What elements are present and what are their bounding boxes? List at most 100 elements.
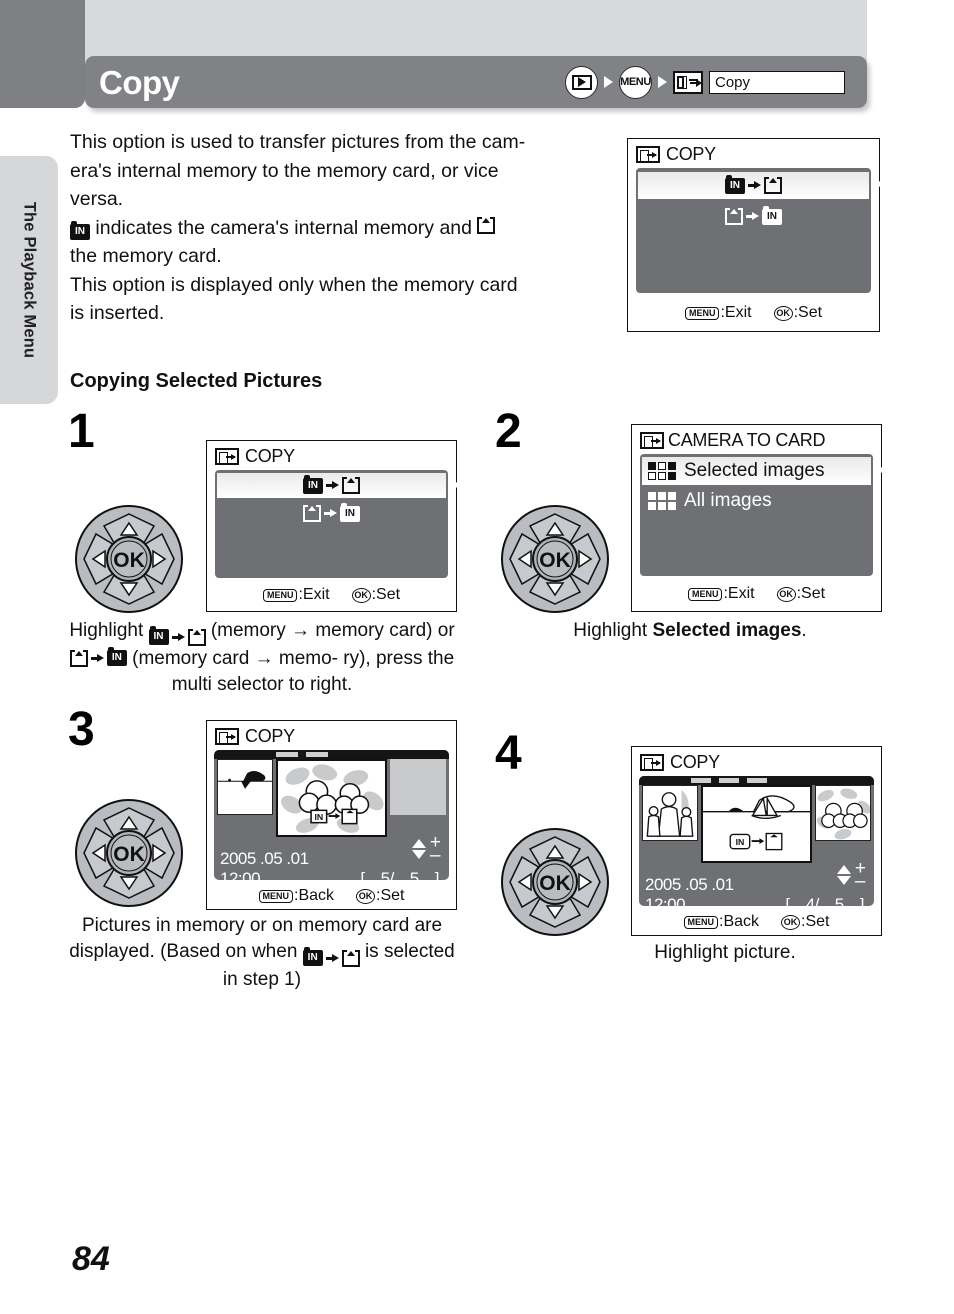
menu-item-in-to-card[interactable]: IN: [217, 473, 460, 498]
footer-set: OK :Set: [356, 887, 404, 905]
footer-exit-label: :Exit: [720, 304, 752, 321]
intro-line-4: IN indicates the camera's internal memor…: [70, 214, 610, 243]
multi-selector-dial-2[interactable]: OK: [500, 504, 610, 614]
intro-line-5: the memory card.: [70, 245, 222, 267]
memory-card-icon: [341, 949, 360, 967]
menu-item-label: Selected images: [684, 460, 825, 481]
menu-key-icon: MENU: [684, 306, 720, 320]
menu-key-icon: MENU: [687, 587, 723, 601]
thumbnail-strip: IN: [214, 759, 449, 845]
in-to-card-glyph: IN: [148, 626, 206, 646]
lcd-title-text: CAMERA TO CARD: [668, 430, 826, 450]
multi-selector-dial-4[interactable]: OK: [500, 827, 610, 937]
footer-exit-label: :Exit: [723, 585, 755, 602]
footer-back: MENU :Back: [683, 913, 760, 931]
lcd-screen-step3: COPY IN 2005 .05 .01 12:00 [5/ 5] + – …: [206, 720, 457, 910]
lcd-body: IN IN: [215, 470, 460, 578]
selection-caret-icon: [872, 176, 883, 192]
svg-text:OK: OK: [539, 549, 571, 572]
footer-set-label: :Set: [376, 887, 405, 904]
memory-card-icon: [764, 177, 782, 194]
caption-step4: Highlight picture.: [560, 940, 890, 966]
intro-line-1: This option is used to transfer pictures…: [70, 131, 526, 153]
footer-set-label: :Set: [371, 586, 401, 603]
footer-back: MENU :Back: [258, 887, 334, 905]
menu-item-in-to-card[interactable]: IN: [638, 172, 883, 199]
in-to-card-glyph: IN: [725, 174, 782, 194]
menu-item-card-to-in[interactable]: IN: [217, 501, 446, 526]
counter-close: ]: [434, 869, 440, 880]
lcd-footer: MENU :Back OK :Set: [207, 884, 456, 907]
chevron-right-icon: [604, 76, 613, 88]
thumbnail-right-empty[interactable]: [390, 759, 446, 815]
menu-item-all-images[interactable]: All images: [642, 487, 871, 515]
in-to-card-glyph: IN: [302, 947, 360, 967]
svg-text:OK: OK: [113, 549, 145, 572]
ok-key-icon: OK: [773, 305, 793, 321]
photo-date: 2005 .05 .01: [220, 849, 309, 868]
footer-exit: MENU :Exit: [687, 585, 755, 603]
arrow-right-icon: [324, 508, 337, 519]
arrow-right-icon: [325, 953, 339, 964]
footer-exit: MENU :Exit: [684, 304, 752, 322]
minus-label: –: [429, 845, 441, 866]
menu-item-label: All images: [684, 490, 772, 511]
multi-selector-dial-3[interactable]: OK: [74, 798, 184, 908]
menu-icon-label: MENU: [620, 76, 651, 88]
lcd-body: Selected images All images: [640, 454, 885, 576]
arrow-right-icon: [746, 211, 759, 222]
intro-line-4-text: indicates the camera's internal memory a…: [95, 216, 472, 239]
thumbnail-left[interactable]: [217, 759, 273, 815]
menu-key-icon: MENU: [258, 889, 293, 903]
lcd-footer: MENU :Exit OK :Set: [628, 301, 879, 324]
arrow-right-icon: [171, 632, 185, 643]
internal-memory-icon: IN: [725, 174, 745, 194]
multi-selector-dial-1[interactable]: OK: [74, 504, 184, 614]
in-to-card-glyph: IN: [303, 474, 360, 494]
internal-memory-icon: IN: [340, 502, 360, 522]
counter-total: 5: [834, 895, 844, 906]
counter-current: 4/: [805, 895, 820, 906]
all-images-icon: [648, 492, 676, 510]
memory-card-icon: [69, 649, 88, 667]
lcd-body: IN 2005 .05 .01 12:00 [ 5/ 5 ] + –: [214, 750, 449, 880]
chevron-right-icon-2: [658, 76, 667, 88]
footer-set: OK :Set: [351, 586, 401, 604]
page-title: Copy: [99, 63, 180, 101]
intro-line-3: versa.: [70, 188, 124, 210]
arrow-right-icon: [326, 480, 339, 491]
lcd-title-text: COPY: [670, 752, 720, 772]
menu-item-selected-images[interactable]: Selected images: [642, 457, 885, 485]
memory-card-icon: [303, 505, 321, 522]
ok-key-icon: OK: [351, 587, 371, 603]
breadcrumb: MENU Copy: [565, 65, 845, 99]
lcd-footer: MENU :Back OK :Set: [632, 910, 881, 933]
footer-back-label: :Back: [719, 913, 760, 930]
thumbnail-main-selected[interactable]: IN: [701, 785, 812, 863]
intro-line-2: era's internal memory to the memory card…: [70, 159, 499, 182]
caption-step2-c: .: [801, 620, 807, 641]
plus-minus-labels: + –: [429, 833, 441, 866]
copy-icon-lcd: [215, 728, 239, 745]
caption-step1-d: (memory card → memo-: [132, 647, 338, 669]
thumbnail-left[interactable]: [642, 785, 698, 841]
selection-caret-icon: [874, 462, 885, 478]
frame-counter: [ 5/ 5 ]: [360, 869, 439, 880]
caption-step1-c: card) or: [389, 620, 455, 641]
internal-memory-icon: IN: [762, 205, 782, 225]
internal-memory-icon: IN: [303, 474, 323, 494]
memory-card-icon: [477, 216, 496, 234]
footer-set: OK :Set: [776, 585, 825, 603]
top-decorative-band: [85, 0, 867, 62]
copy-icon-lcd: [640, 432, 664, 449]
thumbnail-main-selected[interactable]: IN: [276, 759, 387, 837]
footer-set-label: :Set: [801, 913, 830, 930]
film-strip-top: [214, 750, 449, 759]
breadcrumb-value-field: Copy: [709, 70, 845, 94]
copy-icon-lcd: [636, 146, 660, 163]
section-heading: Copying Selected Pictures: [70, 370, 323, 392]
menu-item-card-to-in[interactable]: IN: [638, 203, 869, 230]
copy-icon: [673, 70, 703, 94]
thumbnail-right[interactable]: [815, 785, 871, 841]
lcd-title-row: COPY: [207, 721, 456, 750]
